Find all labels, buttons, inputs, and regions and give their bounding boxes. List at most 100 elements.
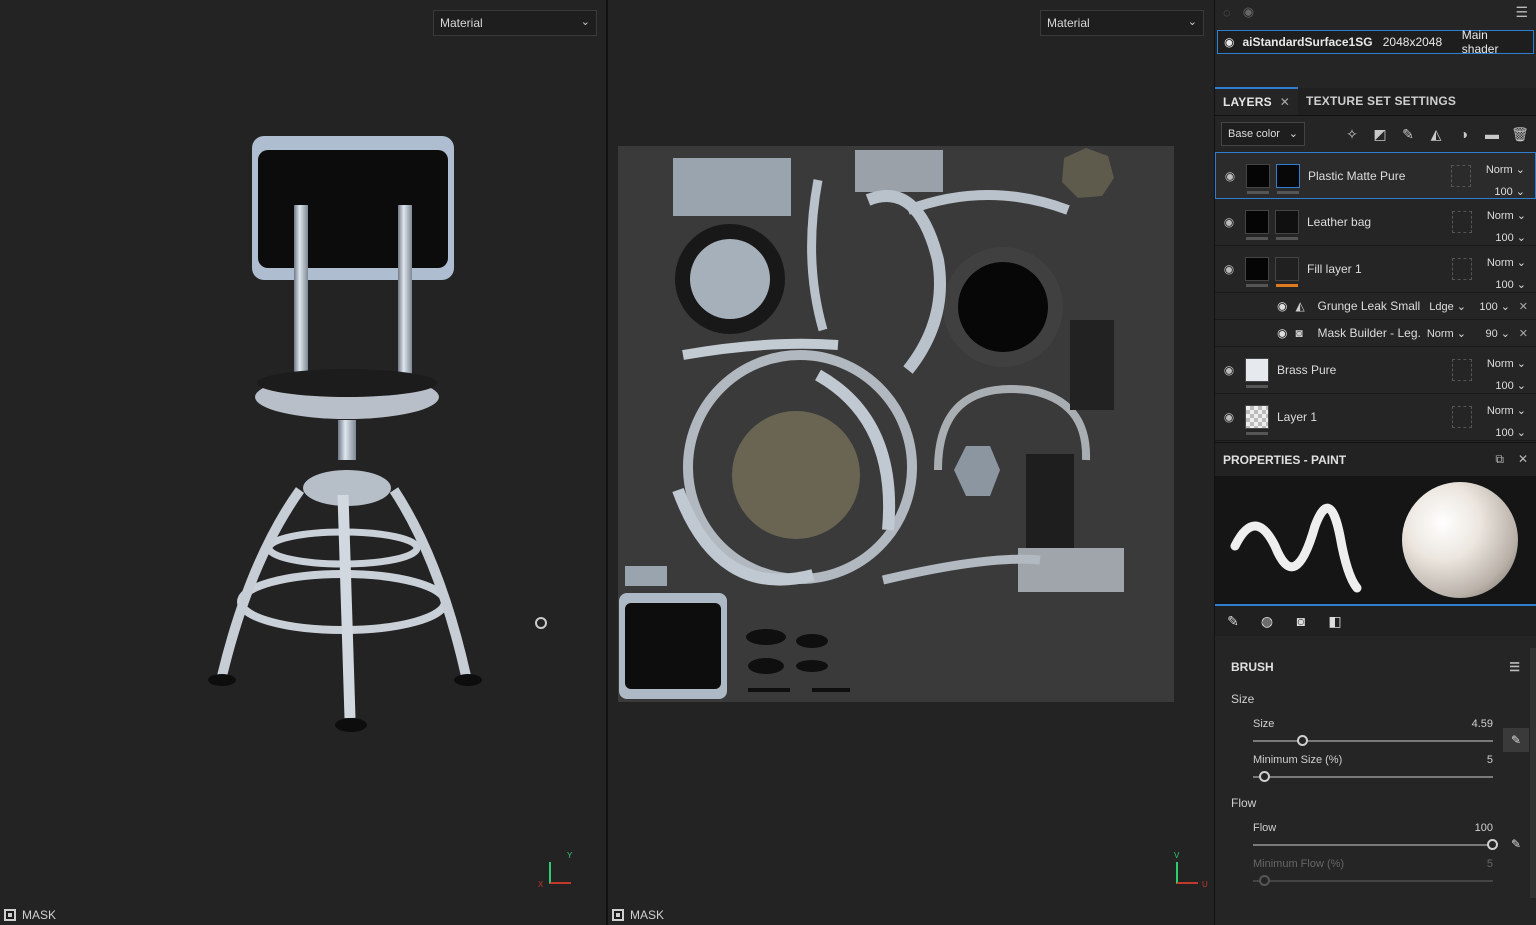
tab-texture-set-settings-label: TEXTURE SET SETTINGS — [1306, 94, 1457, 108]
close-icon[interactable]: ✕ — [1519, 300, 1528, 313]
effect-value[interactable]: 90 ⌄ — [1485, 327, 1510, 340]
min-size-slider[interactable]: Minimum Size (%) 5 — [1231, 754, 1493, 782]
material-tab-icon[interactable]: ◧ — [1325, 613, 1345, 630]
mask-thumbnail[interactable] — [1276, 163, 1300, 194]
layer-row[interactable]: ◉ Leather bag Norm ⌄ 100 ⌄ — [1215, 199, 1536, 246]
add-folder-icon[interactable]: ▬ — [1482, 126, 1502, 143]
pen-pressure-button[interactable]: ✎ — [1503, 832, 1529, 856]
effect-blend-select[interactable]: Norm ⌄ — [1427, 327, 1466, 340]
effect-row[interactable]: ◉ ◙ Mask Builder - Leg... Norm ⌄ 90 ⌄ ✕ — [1215, 320, 1536, 347]
layer-opacity-box[interactable] — [1452, 211, 1472, 233]
eye-icon[interactable]: ◉ — [1277, 299, 1287, 313]
menu-icon[interactable]: ☰ — [1509, 660, 1520, 674]
axis-gizmo — [549, 862, 571, 884]
add-smart-material-icon[interactable]: ◑ — [1454, 126, 1474, 143]
layer-opacity-box[interactable] — [1452, 258, 1472, 280]
layers-toolbar: Base color ⌄ ✧ ◩ ✎ ◭ ◑ ▬ 🗑 — [1215, 116, 1536, 152]
flow-value[interactable]: 100 — [1475, 822, 1493, 834]
eye-icon[interactable]: ◉ — [1224, 35, 1234, 49]
layer-blend-select[interactable]: Norm ⌄ — [1487, 353, 1526, 375]
layer-row[interactable]: ◉ Plastic Matte Pure Norm ⌄ 100 ⌄ — [1215, 152, 1536, 199]
foot-cap — [208, 674, 236, 686]
channel-select[interactable]: Base color ⌄ — [1221, 122, 1305, 146]
add-mask-icon[interactable]: ◩ — [1370, 126, 1390, 143]
mask-toggle[interactable]: MASK — [612, 908, 664, 922]
mask-checkbox-icon — [612, 909, 624, 921]
mask-label: MASK — [630, 908, 665, 922]
texture-set-row[interactable]: ◉ aiStandardSurface1SG 2048x2048 Main sh… — [1217, 28, 1534, 56]
min-flow-label: Minimum Flow (%) — [1253, 858, 1345, 870]
min-flow-value: 5 — [1486, 858, 1493, 870]
effect-blend-select[interactable]: Ldge ⌄ — [1429, 300, 1466, 313]
slider-knob[interactable] — [1297, 735, 1309, 746]
layer-row[interactable]: ◉ Layer 1 Norm ⌄ 100 ⌄ — [1215, 394, 1536, 441]
layer-blend-select[interactable]: Norm ⌄ — [1487, 205, 1526, 227]
eye-icon[interactable]: ◉ — [1221, 410, 1237, 424]
layer-opacity-box[interactable] — [1452, 359, 1472, 381]
eye-icon[interactable]: ◉ — [1277, 326, 1287, 340]
tab-texture-set-settings[interactable]: TEXTURE SET SETTINGS — [1298, 87, 1464, 115]
right-panel: ◌ ◉ ☰ ◉ aiStandardSurface1SG 2048x2048 M… — [1214, 0, 1536, 925]
backrest-pad — [258, 150, 448, 268]
alpha-tab-icon[interactable]: ◍ — [1257, 613, 1277, 630]
stool-model[interactable] — [0, 0, 606, 925]
delete-icon[interactable]: 🗑 — [1510, 126, 1530, 143]
slider-knob[interactable] — [1259, 771, 1270, 782]
layer-opacity-box[interactable] — [1451, 165, 1471, 187]
light-rotate-icon[interactable] — [535, 617, 547, 629]
stencil-tab-icon[interactable]: ◙ — [1291, 613, 1311, 629]
effect-row[interactable]: ◉ ◭ Grunge Leak Small Ldge ⌄ 100 ⌄ ✕ — [1215, 293, 1536, 320]
back-post-right — [398, 205, 412, 385]
layer-blend-select[interactable]: Norm ⌄ — [1487, 252, 1526, 274]
eye-icon[interactable]: ◉ — [1221, 363, 1237, 377]
mask-toggle[interactable]: MASK — [4, 908, 56, 922]
layer-blend-select[interactable]: Norm ⌄ — [1487, 400, 1526, 422]
effect-name: Mask Builder - Leg... — [1317, 326, 1422, 340]
brush-title: BRUSH — [1231, 660, 1274, 674]
slider-knob[interactable] — [1487, 839, 1498, 850]
layer-opacity-box[interactable] — [1452, 406, 1472, 428]
close-icon[interactable]: ✕ — [1519, 327, 1528, 340]
brush-section: BRUSH ☰ Size Size 4.59 ✎ Minimum Size (%)… — [1215, 636, 1536, 886]
add-effect-icon[interactable]: ✧ — [1342, 126, 1362, 143]
viewport-3d[interactable]: Material ⌄ X Y MASK — [0, 0, 606, 925]
close-icon[interactable]: ✕ — [1280, 95, 1290, 109]
effect-value[interactable]: 100 ⌄ — [1479, 300, 1510, 313]
min-flow-slider: Minimum Flow (%) 5 — [1231, 858, 1493, 886]
size-value[interactable]: 4.59 — [1472, 718, 1493, 730]
maximize-icon[interactable]: ⧉ — [1495, 452, 1504, 467]
scrollbar[interactable] — [1530, 648, 1536, 898]
size-group-label: Size — [1231, 692, 1255, 706]
axis-x-label: X — [538, 880, 544, 889]
texture-set-resolution: 2048x2048 — [1382, 35, 1443, 49]
layer-name: Leather bag — [1307, 215, 1372, 229]
uv-island — [673, 158, 791, 216]
eye-icon[interactable]: ◉ — [1221, 262, 1237, 276]
pen-pressure-button[interactable]: ✎ — [1503, 728, 1529, 752]
menu-icon[interactable]: ☰ — [1515, 4, 1528, 21]
close-icon[interactable]: ✕ — [1518, 452, 1528, 467]
viewport-2d[interactable]: Material ⌄ V U MASK — [608, 0, 1214, 925]
layer-row[interactable]: ◉ Brass Pure Norm ⌄ 100 ⌄ — [1215, 347, 1536, 394]
layer-blend-select[interactable]: Norm ⌄ — [1486, 159, 1525, 181]
eye-icon[interactable]: ◉ — [1221, 215, 1237, 229]
eye-icon[interactable]: ◉ — [1222, 169, 1238, 183]
hide-icon[interactable]: ◌ — [1223, 5, 1231, 20]
properties-title: PROPERTIES - PAINT — [1223, 452, 1347, 467]
min-size-value[interactable]: 5 — [1487, 754, 1493, 766]
mask-thumbnail[interactable] — [1275, 210, 1299, 240]
add-fill-layer-icon[interactable]: ◭ — [1426, 126, 1446, 143]
brush-tab-icon[interactable]: ✎ — [1223, 613, 1243, 630]
add-paint-layer-icon[interactable]: ✎ — [1398, 126, 1418, 143]
mask-checkbox-icon — [4, 909, 16, 921]
layer-opacity[interactable]: 100 ⌄ — [1487, 422, 1526, 442]
tab-layers[interactable]: LAYERS ✕ — [1215, 87, 1299, 115]
eye-icon[interactable]: ◉ — [1243, 4, 1254, 20]
shader-type: Main shader — [1461, 28, 1499, 56]
layer-row[interactable]: ◉ Fill layer 1 Norm ⌄ 100 ⌄ — [1215, 246, 1536, 293]
uv-texture-map[interactable] — [608, 0, 1214, 925]
size-slider[interactable]: Size 4.59 ✎ — [1231, 718, 1529, 752]
mask-thumbnail[interactable] — [1275, 257, 1299, 287]
flow-slider[interactable]: Flow 100 ✎ — [1231, 822, 1521, 851]
tab-layers-label: LAYERS — [1223, 95, 1272, 109]
